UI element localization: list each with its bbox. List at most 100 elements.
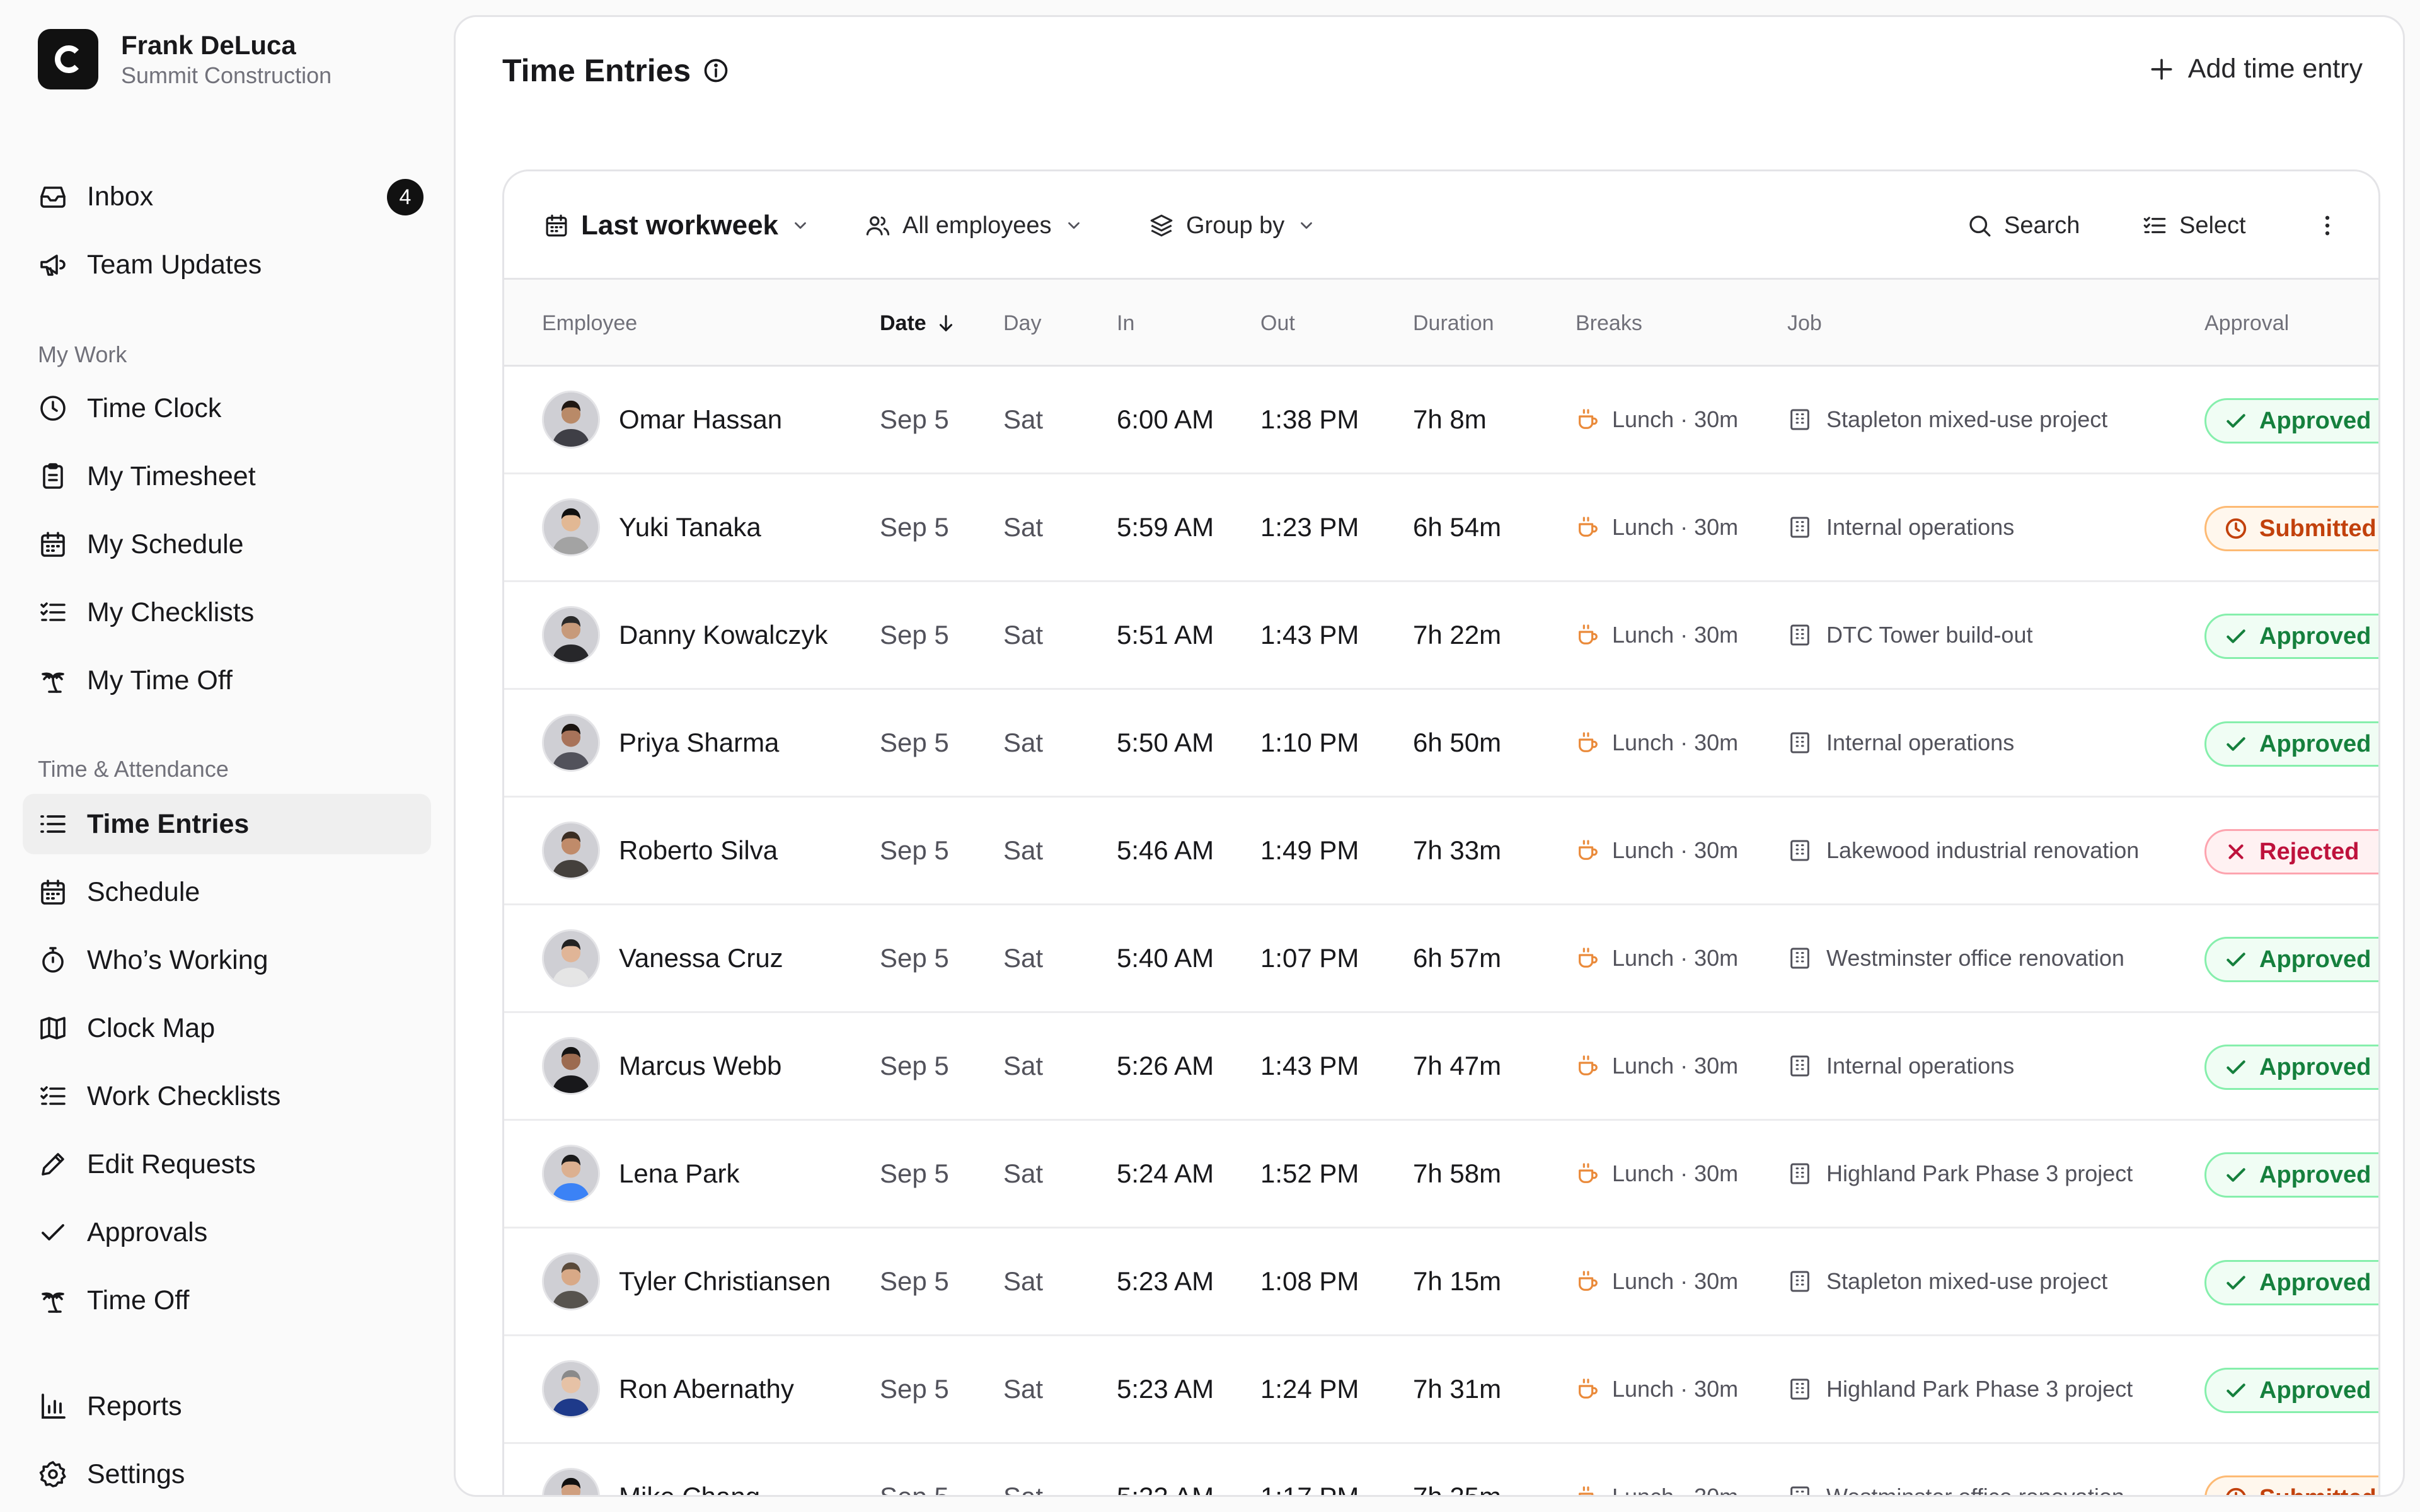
sidebar-item-settings[interactable]: Settings — [23, 1444, 431, 1504]
employee-cell: Yuki Tanaka — [542, 474, 761, 580]
clock-icon — [38, 393, 68, 423]
approval-status-badge[interactable]: Approved — [2204, 937, 2378, 982]
breaks-cell: Lunch · 30m — [1576, 1336, 1738, 1442]
clock-out-cell: 1:23 PM — [1260, 512, 1359, 542]
group-by-dropdown[interactable]: Group by — [1148, 171, 1316, 280]
approval-status-label: Approved — [2259, 407, 2371, 434]
employee-name: Roberto Silva — [619, 835, 778, 865]
approval-status-badge[interactable]: Approved — [2204, 721, 2378, 767]
approval-status-badge[interactable]: Approved — [2204, 398, 2378, 444]
palm-tree-icon — [38, 665, 68, 696]
clock-in-cell: 5:59 AM — [1117, 512, 1214, 542]
breaks-cell: Lunch · 30m — [1576, 474, 1738, 580]
employee-filter-dropdown[interactable]: All employees — [865, 171, 1083, 280]
job-cell: Internal operations — [1787, 1013, 2014, 1119]
column-header-in[interactable]: In — [1117, 280, 1134, 367]
sidebar-item-time-clock[interactable]: Time Clock — [23, 378, 431, 438]
day-cell: Sat — [1003, 512, 1044, 542]
sidebar-item-team-updates[interactable]: Team Updates — [23, 234, 431, 295]
sidebar-item-reports[interactable]: Reports — [23, 1376, 431, 1436]
select-button[interactable]: Select — [2141, 171, 2246, 280]
table-row[interactable]: Roberto Silva Sep 5 Sat 5:46 AM 1:49 PM … — [504, 798, 2378, 905]
sidebar-item-my-timesheet[interactable]: My Timesheet — [23, 446, 431, 507]
sidebar-item-edit-requests[interactable]: Edit Requests — [23, 1134, 431, 1194]
check-icon — [2227, 1383, 2245, 1397]
list-icon — [38, 809, 68, 839]
building-icon — [1790, 1163, 1809, 1184]
more-options-button[interactable] — [2314, 171, 2341, 280]
sidebar-item-clock-map[interactable]: Clock Map — [23, 998, 431, 1058]
sidebar-item-time-entries[interactable]: Time Entries — [23, 794, 431, 854]
approval-status-badge[interactable]: Approved — [2204, 1152, 2378, 1198]
table-row[interactable]: Vanessa Cruz Sep 5 Sat 5:40 AM 1:07 PM 6… — [504, 905, 2378, 1013]
approval-status-badge[interactable]: Approved — [2204, 1368, 2378, 1413]
check-icon — [2227, 414, 2245, 428]
approval-status-badge[interactable]: Submitted — [2204, 506, 2378, 551]
avatar — [542, 822, 600, 879]
sidebar-item-approvals[interactable]: Approvals — [23, 1202, 431, 1263]
building-icon — [1790, 1486, 1809, 1495]
table-row[interactable]: Ron Abernathy Sep 5 Sat 5:23 AM 1:24 PM … — [504, 1336, 2378, 1444]
breaks-cell: Lunch · 30m — [1576, 798, 1738, 903]
palm-tree-icon — [38, 1285, 68, 1315]
sidebar-item-whos-working[interactable]: Who’s Working — [23, 930, 431, 990]
approval-status-badge[interactable]: Approved — [2204, 1260, 2378, 1305]
approval-status-badge[interactable]: Rejected — [2204, 829, 2378, 874]
approval-status-label: Approved — [2259, 1269, 2371, 1296]
day-cell: Sat — [1003, 1482, 1044, 1497]
checklist-icon — [38, 1081, 68, 1111]
table-row[interactable]: Danny Kowalczyk Sep 5 Sat 5:51 AM 1:43 P… — [504, 582, 2378, 690]
day-cell: Sat — [1003, 1159, 1044, 1188]
approval-status-badge[interactable]: Approved — [2204, 1045, 2378, 1090]
period-filter-dropdown[interactable]: Last workweek — [543, 171, 810, 280]
column-header-breaks[interactable]: Breaks — [1576, 280, 1642, 367]
coffee-cup-icon — [1579, 1486, 1595, 1495]
table-row[interactable]: Marcus Webb Sep 5 Sat 5:26 AM 1:43 PM 7h… — [504, 1013, 2378, 1121]
table-row[interactable]: Yuki Tanaka Sep 5 Sat 5:59 AM 1:23 PM 6h… — [504, 474, 2378, 582]
table-row[interactable]: Priya Sharma Sep 5 Sat 5:50 AM 1:10 PM 6… — [504, 690, 2378, 798]
plus-icon — [2151, 59, 2172, 79]
account-switcher[interactable]: Frank DeLuca Summit Construction — [38, 29, 331, 89]
more-vertical-icon — [2325, 215, 2330, 236]
clock-in-cell: 5:23 AM — [1117, 1266, 1214, 1296]
column-header-duration[interactable]: Duration — [1413, 280, 1494, 367]
table-row[interactable]: Omar Hassan Sep 5 Sat 6:00 AM 1:38 PM 7h… — [504, 367, 2378, 474]
sidebar-item-my-time-off[interactable]: My Time Off — [23, 650, 431, 711]
sidebar-item-time-off[interactable]: Time Off — [23, 1270, 431, 1331]
sidebar-item-my-schedule[interactable]: My Schedule — [23, 514, 431, 575]
info-icon[interactable] — [702, 57, 730, 84]
add-time-entry-button[interactable]: Add time entry — [2148, 54, 2363, 84]
approval-status-badge[interactable]: Approved — [2204, 614, 2378, 659]
column-header-date[interactable]: Date — [880, 280, 957, 367]
avatar — [542, 1468, 600, 1495]
coffee-cup-icon — [1579, 840, 1598, 860]
employee-cell: Ron Abernathy — [542, 1336, 794, 1442]
page-title-text: Time Entries — [502, 53, 691, 88]
column-header-day[interactable]: Day — [1003, 280, 1041, 367]
job-name: Internal operations — [1826, 1053, 2015, 1079]
sidebar-item-schedule[interactable]: Schedule — [23, 862, 431, 922]
job-name: Stapleton mixed-use project — [1826, 406, 2108, 432]
table-row[interactable]: Mike Chang Sep 5 Sat 5:22 AM 1:17 PM 7h … — [504, 1444, 2378, 1497]
chevron-down-icon — [1301, 222, 1313, 229]
column-header-employee[interactable]: Employee — [542, 280, 637, 367]
column-header-job[interactable]: Job — [1787, 280, 1822, 367]
column-header-approval[interactable]: Approval — [2204, 280, 2289, 367]
sidebar-item-work-checklists[interactable]: Work Checklists — [23, 1066, 431, 1126]
table-row[interactable]: Tyler Christiansen Sep 5 Sat 5:23 AM 1:0… — [504, 1228, 2378, 1336]
sidebar-item-my-checklists[interactable]: My Checklists — [23, 582, 431, 643]
approval-status-label: Approved — [2259, 1053, 2371, 1080]
employee-cell: Priya Sharma — [542, 690, 779, 796]
sidebar-item-label: Edit Requests — [87, 1148, 256, 1179]
sidebar-item-inbox[interactable]: Inbox 4 — [23, 166, 431, 227]
sidebar-item-label: My Timesheet — [87, 461, 256, 491]
search-button[interactable]: Search — [1966, 171, 2080, 280]
table-row[interactable]: Lena Park Sep 5 Sat 5:24 AM 1:52 PM 7h 5… — [504, 1121, 2378, 1228]
coffee-cup-icon — [1579, 1163, 1598, 1183]
column-header-out[interactable]: Out — [1260, 280, 1295, 367]
building-icon — [1790, 1378, 1809, 1400]
approval-status-badge[interactable]: Submitted — [2204, 1475, 2378, 1495]
day-cell: Sat — [1003, 1051, 1044, 1080]
search-icon — [1969, 215, 1991, 237]
day-cell: Sat — [1003, 728, 1044, 757]
